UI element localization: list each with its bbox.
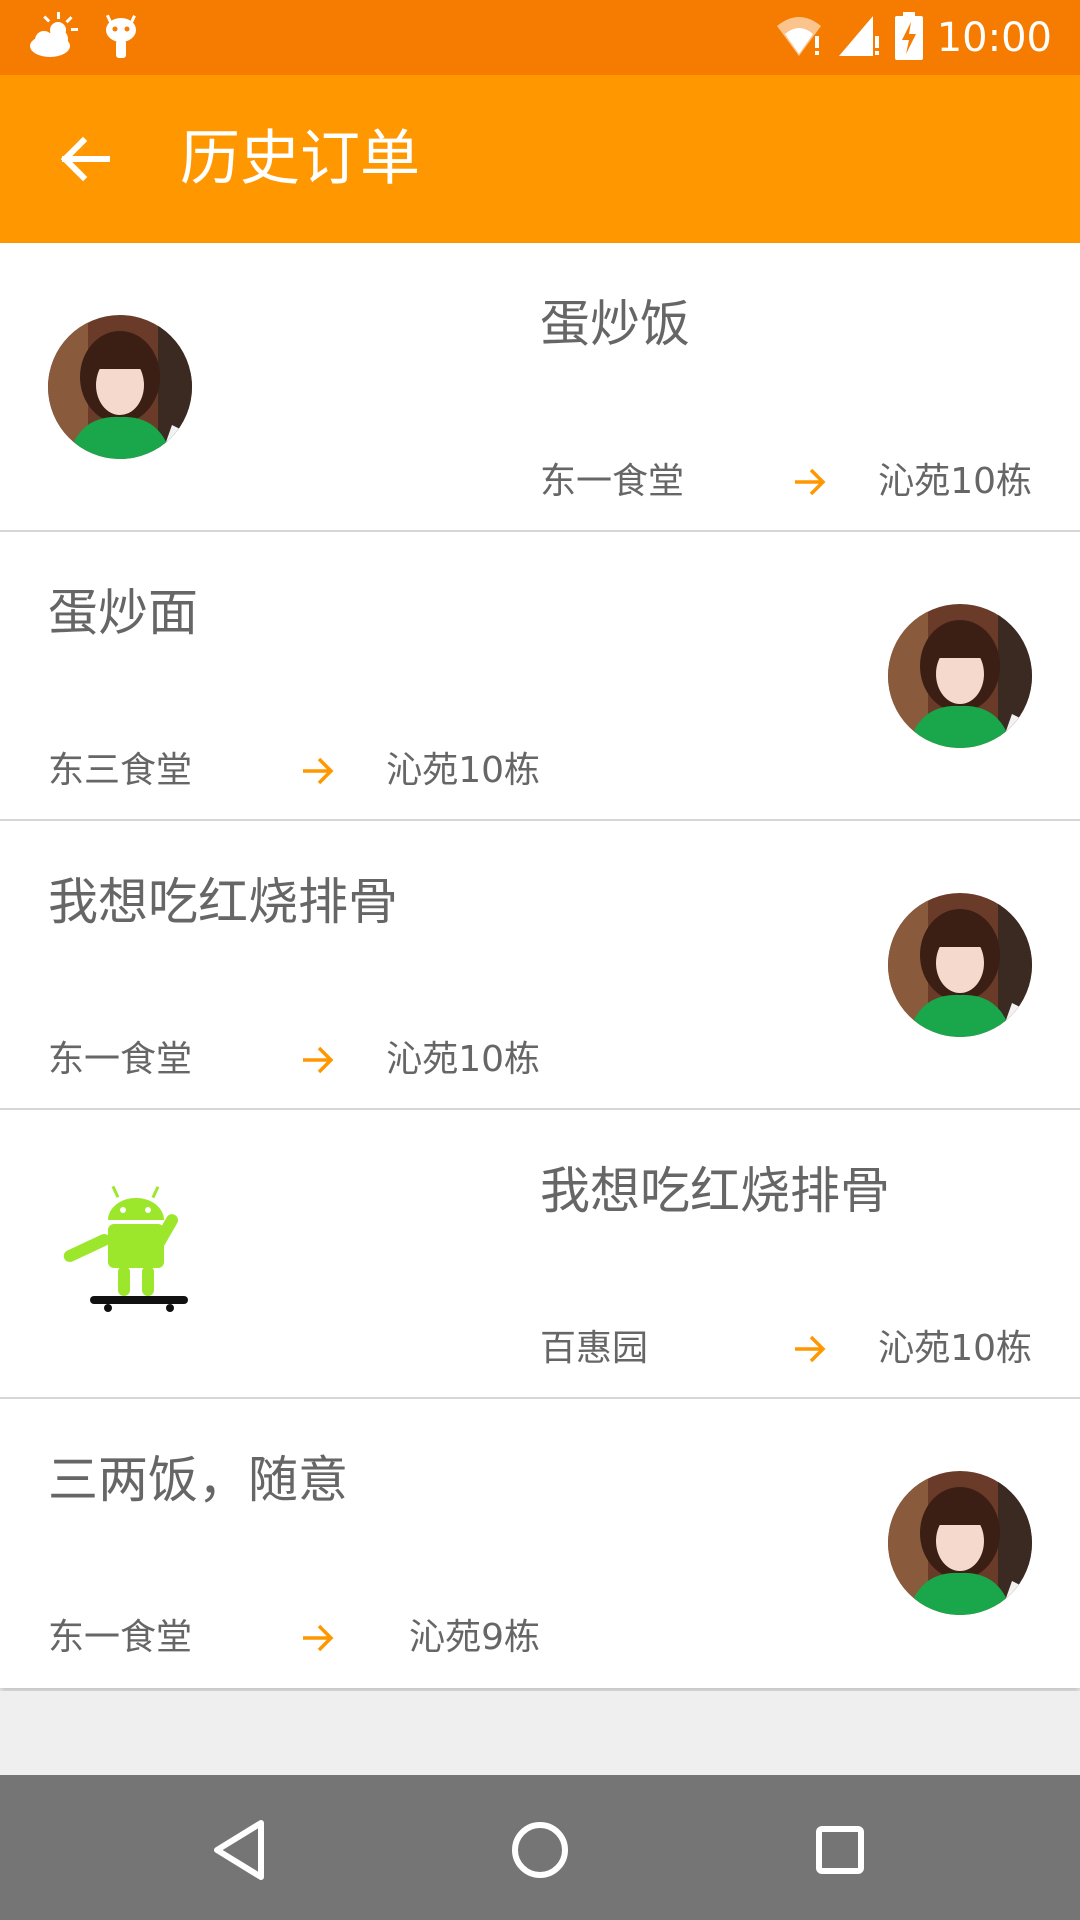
page-title: 历史订单 (180, 124, 420, 194)
order-row[interactable]: 蛋炒面 东三食堂 沁苑10栋 (0, 532, 1080, 821)
order-title: 蛋炒面 (48, 584, 198, 642)
girl-avatar (48, 315, 192, 459)
order-title: 我想吃红烧排骨 (48, 873, 398, 931)
arrow-right-icon (301, 1621, 335, 1655)
app-bar: 历史订单 (0, 75, 1080, 243)
android-debug-icon (102, 12, 140, 64)
order-row[interactable]: 三两饭，随意 东一食堂 沁苑9栋 (0, 1399, 1080, 1688)
order-to: 沁苑10栋 (878, 1328, 1032, 1369)
arrow-right-icon (793, 1332, 827, 1366)
arrow-right-icon (301, 754, 335, 788)
list-bottom-gap (0, 1691, 1080, 1775)
order-from: 百惠园 (540, 1328, 649, 1369)
recents-square-icon[interactable] (805, 1815, 875, 1885)
order-to: 沁苑10栋 (878, 461, 1032, 502)
weather-icon (28, 12, 80, 64)
home-circle-icon[interactable] (505, 1815, 575, 1885)
battery-charging-icon (894, 12, 923, 64)
order-from: 东三食堂 (48, 750, 193, 791)
arrow-right-icon (793, 465, 827, 499)
back-triangle-icon[interactable] (205, 1815, 275, 1885)
order-from: 东一食堂 (48, 1617, 193, 1658)
order-title: 蛋炒饭 (540, 295, 690, 353)
order-to: 沁苑10栋 (386, 1039, 540, 1080)
order-row[interactable]: 我想吃红烧排骨 东一食堂 沁苑10栋 (0, 821, 1080, 1110)
order-title: 三两饭，随意 (48, 1451, 348, 1509)
order-from: 东一食堂 (540, 461, 685, 502)
status-time: 10:00 (936, 15, 1052, 61)
girl-avatar (888, 604, 1032, 748)
order-to: 沁苑10栋 (386, 750, 540, 791)
order-title: 我想吃红烧排骨 (540, 1162, 890, 1220)
status-bar: 10:00 (0, 0, 1080, 75)
arrow-right-icon (301, 1043, 335, 1077)
arrow-left-icon[interactable] (55, 129, 115, 189)
girl-avatar (888, 893, 1032, 1037)
wifi-icon (775, 14, 823, 62)
android-skateboard-avatar (48, 1182, 192, 1326)
order-to: 沁苑9栋 (409, 1617, 540, 1658)
order-from: 东一食堂 (48, 1039, 193, 1080)
signal-icon (837, 14, 881, 62)
order-list: 蛋炒饭 东一食堂 沁苑10栋 蛋炒面 东三食堂 沁苑10栋 我想吃红烧排骨 东一… (0, 243, 1080, 1688)
order-row[interactable]: 我想吃红烧排骨 百惠园 沁苑10栋 (0, 1110, 1080, 1399)
order-row[interactable]: 蛋炒饭 东一食堂 沁苑10栋 (0, 243, 1080, 532)
girl-avatar (888, 1471, 1032, 1615)
system-nav-bar (0, 1775, 1080, 1920)
